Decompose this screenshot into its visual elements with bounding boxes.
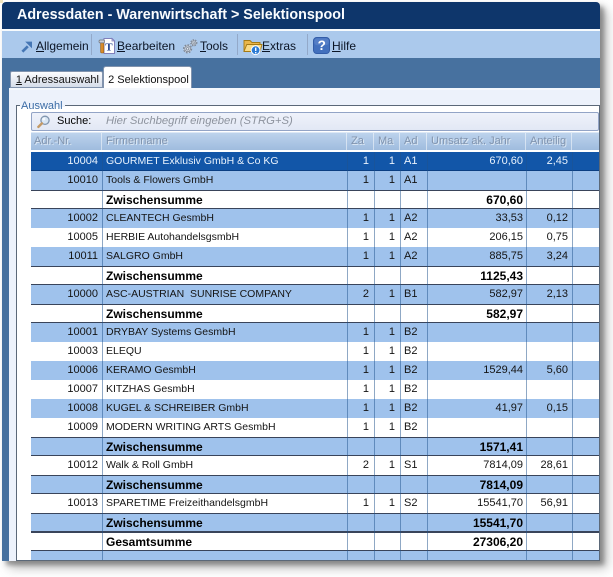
- svg-text:?: ?: [318, 38, 326, 53]
- svg-text:T: T: [105, 42, 113, 54]
